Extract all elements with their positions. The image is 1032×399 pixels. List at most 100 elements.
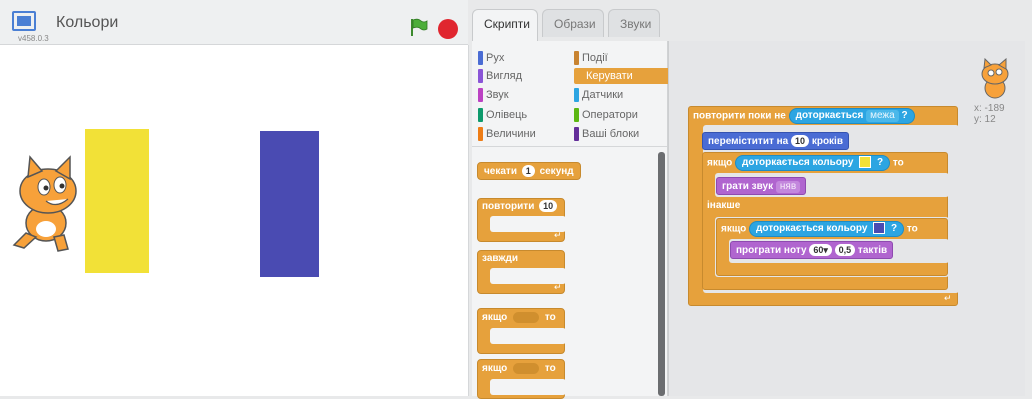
y-coordinate: y: 12 (974, 114, 996, 125)
fullscreen-icon[interactable] (12, 11, 36, 31)
category-list: Рух Вигляд Звук Олівець Величини Події К… (472, 41, 672, 147)
category-label: Керувати (586, 70, 633, 82)
category-sensing[interactable]: Датчики (572, 87, 657, 103)
category-label: Датчики (582, 89, 624, 101)
category-color-bar (574, 51, 579, 65)
category-label: Ваші блоки (582, 128, 640, 140)
block-text: якщо (707, 157, 733, 169)
category-color-bar (478, 108, 483, 122)
block-text: то (892, 157, 904, 169)
block-text: ? (901, 110, 908, 121)
block-text: то (544, 312, 556, 323)
loop-arrow-icon: ↵ (554, 282, 562, 292)
palette-if-block[interactable]: якщо то (477, 308, 566, 354)
play-sound-block[interactable]: грати звук няв (716, 177, 807, 195)
block-text: грати звук (722, 181, 774, 192)
category-pen[interactable]: Олівець (476, 107, 561, 123)
block-text: доторкається кольору (756, 223, 868, 234)
category-data[interactable]: Величини (476, 126, 561, 142)
loop-arrow-icon: ↵ (944, 293, 952, 303)
palette-forever-block[interactable]: завжди ↵ (477, 250, 566, 294)
category-more-blocks[interactable]: Ваші блоки (572, 126, 657, 142)
blue-rectangle-sprite (260, 131, 319, 277)
touching-dropdown[interactable]: межа (866, 110, 899, 122)
green-flag-icon[interactable] (408, 17, 428, 37)
touching-color-condition[interactable]: доторкається кольору ? (735, 155, 891, 171)
tab-scripts[interactable]: Скрипти (472, 9, 538, 42)
condition-slot[interactable] (513, 362, 540, 374)
move-steps-block[interactable]: переміститит на 10 кроків (702, 132, 849, 150)
sprite-coordinates: x: -189 y: 12 (974, 103, 1005, 125)
block-text: доторкається (795, 110, 864, 121)
palette-if-else-block[interactable]: якщо то (477, 359, 566, 399)
tab-costumes[interactable]: Образи (542, 9, 604, 37)
sound-dropdown[interactable]: няв (775, 181, 801, 193)
else-label: інакше (707, 200, 741, 211)
category-label: Вигляд (486, 70, 523, 82)
color-swatch-blue[interactable] (873, 222, 886, 235)
block-text: завжди (482, 253, 519, 264)
stage-canvas[interactable] (0, 45, 469, 396)
category-operators[interactable]: Оператори (572, 107, 657, 123)
beats-input[interactable]: 0,5 (834, 244, 856, 256)
block-text: якщо (482, 312, 508, 323)
block-text: повторити (482, 201, 535, 212)
block-text: ? (891, 223, 898, 234)
block-text: чекати (484, 166, 517, 177)
note-input[interactable]: 60▾ (809, 244, 832, 256)
loop-arrow-icon: ↵ (554, 230, 562, 240)
palette-repeat-block[interactable]: повторити 10 ↵ (477, 198, 566, 242)
category-motion[interactable]: Рух (476, 50, 561, 66)
category-label: Події (582, 52, 608, 64)
category-looks[interactable]: Вигляд (476, 68, 561, 84)
category-color-bar (574, 127, 579, 141)
category-color-bar (478, 88, 483, 102)
block-text: кроків (811, 136, 843, 147)
category-control[interactable]: Керувати (574, 68, 672, 84)
block-number-input[interactable]: 10 (539, 200, 558, 212)
cat-sprite[interactable] (6, 153, 92, 253)
play-note-block[interactable]: програти ноту 60▾ 0,5 тактів (730, 241, 894, 259)
category-label: Оператори (582, 109, 638, 121)
project-title[interactable]: Кольори (56, 14, 118, 32)
category-color-bar (478, 69, 483, 83)
block-text: повторити поки не (693, 110, 786, 122)
block-text: програти ноту (736, 245, 807, 256)
category-label: Рух (486, 52, 505, 64)
palette-scrollbar[interactable] (658, 152, 665, 396)
touching-condition[interactable]: доторкається межа ? (788, 108, 915, 124)
sprite-thumbnail-icon (981, 58, 1009, 99)
block-slot (490, 328, 566, 344)
category-events[interactable]: Події (572, 50, 657, 66)
stage-header: Кольори v458.0.3 (0, 0, 468, 45)
block-number-input[interactable]: 1 (521, 165, 535, 177)
category-color-bar (574, 88, 579, 102)
category-sound[interactable]: Звук (476, 87, 561, 103)
category-color-bar (478, 127, 483, 141)
category-color-bar (574, 108, 579, 122)
block-text: доторкається кольору (742, 157, 854, 168)
block-text: тактів (857, 245, 888, 256)
block-text: то (906, 223, 918, 235)
block-palette: Рух Вигляд Звук Олівець Величини Події К… (472, 41, 672, 399)
condition-slot[interactable] (513, 311, 540, 323)
block-text: секунд (539, 166, 574, 177)
block-slot (490, 379, 566, 395)
category-label: Олівець (486, 109, 528, 121)
category-label: Величини (486, 128, 536, 140)
tab-sounds[interactable]: Звуки (608, 9, 660, 37)
stop-icon[interactable] (438, 19, 458, 39)
x-coordinate: x: -189 (974, 103, 1005, 114)
block-text: ? (877, 157, 884, 168)
palette-wait-block[interactable]: чекати 1 секунд (477, 162, 581, 180)
block-text: якщо (721, 223, 747, 235)
steps-input[interactable]: 10 (791, 135, 810, 147)
block-text: то (544, 363, 556, 374)
version-label: v458.0.3 (18, 34, 49, 43)
block-text: якщо (482, 363, 508, 374)
touching-color-condition[interactable]: доторкається кольору ? (749, 221, 905, 237)
category-label: Звук (486, 89, 509, 101)
category-color-bar (478, 51, 483, 65)
color-swatch-yellow[interactable] (859, 156, 872, 169)
yellow-rectangle-sprite (85, 129, 149, 273)
